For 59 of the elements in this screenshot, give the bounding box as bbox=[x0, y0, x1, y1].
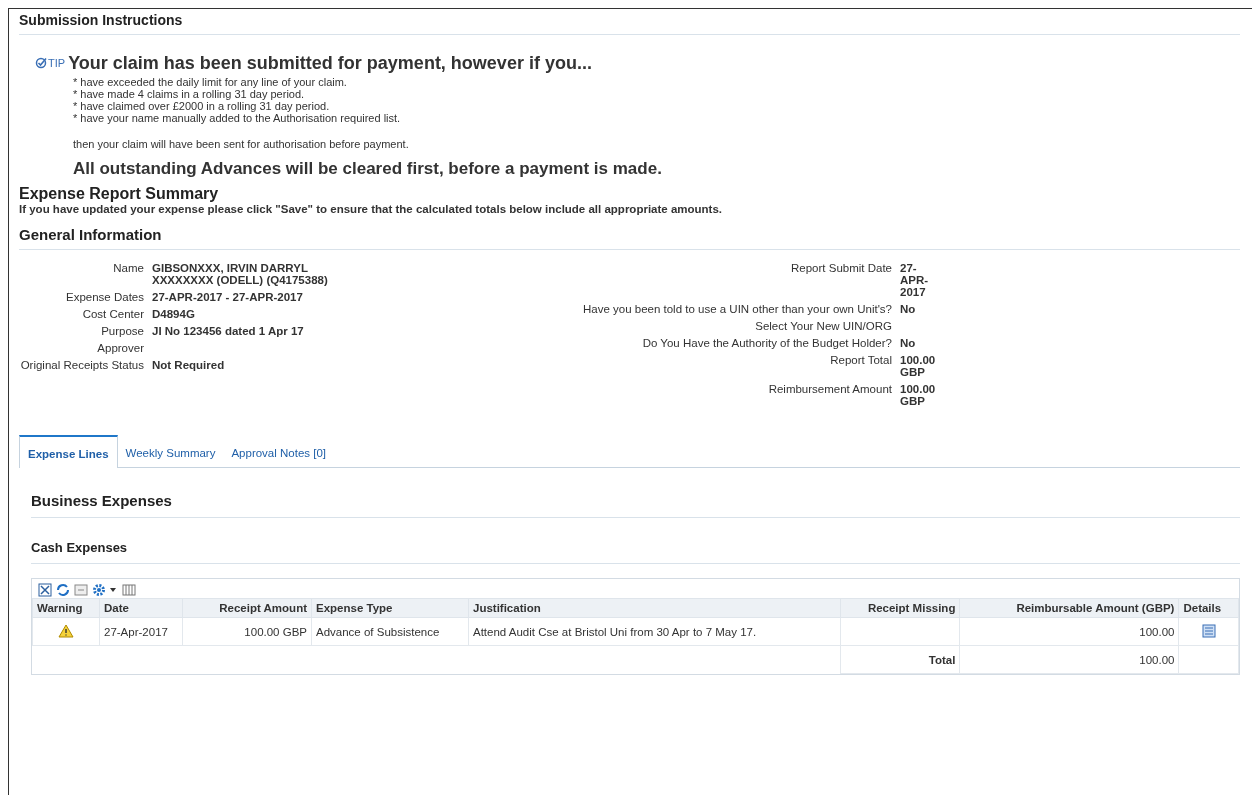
table-cell: Advance of Subsistence bbox=[311, 617, 469, 646]
tab[interactable]: Weekly Summary bbox=[117, 435, 224, 467]
table-cell: 100.00 bbox=[959, 617, 1179, 646]
column-header: Details bbox=[1178, 598, 1239, 618]
column-header: Receipt Amount bbox=[182, 598, 312, 618]
column-header: Receipt Missing bbox=[840, 598, 960, 618]
column-header: Date bbox=[99, 598, 183, 618]
column-header: Expense Type bbox=[311, 598, 469, 618]
section-title: Submission Instructions bbox=[19, 9, 1240, 35]
field-value: 27-APR-2017 bbox=[900, 262, 930, 298]
field-value: 100.00 GBP bbox=[900, 383, 937, 407]
field-value: 27-APR-2017 - 27-APR-2017 bbox=[152, 291, 304, 303]
bullet-text: * have claimed over £2000 in a rolling 31 day period. bbox=[73, 100, 331, 112]
bullet-text: * have made 4 claims in a rolling 31 day period. bbox=[73, 88, 306, 100]
field-label: Original Receipts Status bbox=[19, 359, 144, 371]
summary-note: If you have updated your expense please click "Save" to ensure that the calculated totals below include all appropriate amounts. bbox=[19, 203, 724, 215]
check-icon bbox=[35, 57, 47, 69]
field-label: Approver bbox=[96, 342, 144, 354]
table-cell: 27-Apr-2017 bbox=[99, 617, 183, 646]
field-value: D4894G bbox=[152, 308, 196, 320]
field-label: Select Your New UIN/ORG bbox=[754, 320, 892, 332]
table-cell: Attend Audit Cse at Bristol Uni from 30 Apr to 7 May 17. bbox=[468, 617, 841, 646]
field-value: GIBSONXXX, IRVIN DARRYL XXXXXXXX (ODELL) (Q4175388) bbox=[152, 262, 329, 286]
column-header: Reimbursable Amount (GBP) bbox=[959, 598, 1179, 618]
field-label: Cost Center bbox=[81, 308, 144, 320]
field-value: JI No 123456 dated 1 Apr 17 bbox=[152, 325, 305, 337]
total-label: Total bbox=[840, 645, 960, 674]
column-header: Justification bbox=[468, 598, 841, 618]
field-value: Not Required bbox=[152, 359, 226, 371]
tip-text: then your claim will have been sent for authorisation before payment. bbox=[73, 138, 410, 150]
section-title: Cash Expenses bbox=[31, 518, 1240, 564]
field-value: No bbox=[900, 303, 917, 315]
field-label: Reimbursement Amount bbox=[767, 383, 892, 397]
detach-icon[interactable] bbox=[38, 583, 52, 597]
field-label: Name bbox=[112, 262, 144, 276]
field-label: Have you been told to use a UIN other than your own Unit's? bbox=[581, 303, 892, 315]
field-label: Report Total bbox=[829, 354, 892, 368]
field-label: Do You Have the Authority of the Budget Holder? bbox=[641, 337, 892, 349]
table-cell: 100.00 GBP bbox=[182, 617, 312, 646]
bullet-text: * have exceeded the daily limit for any line of your claim. bbox=[73, 76, 348, 88]
field-label: Expense Dates bbox=[65, 291, 144, 303]
section-title: Business Expenses bbox=[31, 468, 1240, 518]
field-label: Report Submit Date bbox=[790, 262, 892, 276]
refresh-icon[interactable] bbox=[56, 583, 70, 597]
field-value: 100.00 GBP bbox=[900, 354, 937, 378]
tab[interactable]: Approval Notes [0] bbox=[223, 435, 335, 467]
columns-icon[interactable] bbox=[122, 583, 136, 597]
section-title: Expense Report Summary bbox=[19, 185, 220, 203]
total-value: 100.00 bbox=[959, 645, 1179, 674]
column-header: Warning bbox=[32, 598, 100, 618]
bullet-text: * have your name manually added to the Authorisation required list. bbox=[73, 112, 402, 124]
tab[interactable]: Expense Lines bbox=[19, 435, 118, 468]
field-value: No bbox=[900, 337, 917, 349]
section-title: General Information bbox=[19, 223, 1240, 250]
advances-note: All outstanding Advances will be cleared first, before a payment is made. bbox=[72, 159, 663, 179]
field-label: Purpose bbox=[100, 325, 144, 337]
settings-icon[interactable] bbox=[92, 583, 118, 597]
tip-heading: Your claim has been submitted for payment, however if you... bbox=[68, 53, 592, 74]
tip-label: TIP bbox=[35, 57, 66, 69]
